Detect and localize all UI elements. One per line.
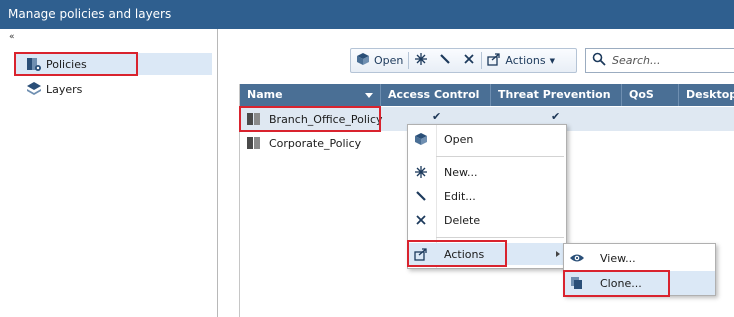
- search-input[interactable]: Search...: [612, 54, 661, 67]
- menu-item-label: View...: [600, 251, 636, 265]
- open-icon: [408, 132, 434, 146]
- collapse-pane-icon[interactable]: «: [9, 32, 14, 42]
- table-header: Name Access Control Threat Prevention Qo…: [240, 84, 734, 106]
- menu-item-new[interactable]: New...: [408, 161, 566, 183]
- chevron-down-icon: ▼: [549, 56, 555, 65]
- actions-dropdown[interactable]: Actions ▼: [482, 49, 560, 72]
- menu-separator: [436, 156, 564, 157]
- column-header-desktop[interactable]: Desktop: [679, 84, 734, 106]
- highlight-clone: [563, 270, 670, 297]
- sidebar-item-layers[interactable]: Layers: [14, 78, 212, 100]
- open-button-label: Open: [374, 54, 404, 67]
- policy-icon: [246, 135, 262, 151]
- menu-item-label: Edit...: [444, 189, 476, 203]
- menu-item-delete[interactable]: Delete: [408, 209, 566, 231]
- actions-button-label: Actions: [505, 54, 546, 67]
- search-icon: [592, 52, 606, 69]
- toolbar: Open Actions ▼: [350, 48, 577, 73]
- window-title: Manage policies and layers: [0, 0, 734, 29]
- menu-item-open[interactable]: Open: [408, 128, 566, 150]
- new-icon: [414, 52, 428, 69]
- open-icon: [356, 52, 370, 69]
- column-header-access-control[interactable]: Access Control: [381, 84, 491, 106]
- column-header-qos[interactable]: QoS: [622, 84, 679, 106]
- menu-item-edit[interactable]: Edit...: [408, 185, 566, 207]
- access-control-check-icon: ✔: [432, 110, 442, 123]
- menu-item-label: Open: [444, 132, 474, 146]
- highlight-policies: [14, 52, 138, 76]
- edit-icon: [408, 189, 434, 203]
- delete-icon: [462, 52, 476, 69]
- highlight-actions: [407, 240, 507, 267]
- edit-icon: [438, 52, 452, 69]
- column-header-name[interactable]: Name: [240, 84, 381, 106]
- menu-item-view[interactable]: View...: [564, 246, 715, 270]
- search-field[interactable]: Search...: [585, 48, 734, 73]
- new-button[interactable]: [409, 49, 433, 72]
- layers-icon: [26, 81, 42, 97]
- highlight-branch-office-policy: [239, 106, 381, 132]
- column-header-threat-prevention[interactable]: Threat Prevention: [491, 84, 622, 106]
- edit-button[interactable]: [433, 49, 457, 72]
- delete-icon: [408, 213, 434, 227]
- new-icon: [408, 165, 434, 179]
- delete-button[interactable]: [457, 49, 481, 72]
- actions-icon: [487, 52, 501, 69]
- sidebar-item-label: Layers: [46, 82, 83, 96]
- policy-name-cell[interactable]: Corporate_Policy: [246, 131, 361, 155]
- open-button[interactable]: Open: [351, 49, 408, 72]
- threat-prevention-check-icon: ✔: [551, 110, 561, 123]
- menu-item-label: Delete: [444, 213, 481, 227]
- sort-descending-icon: [365, 93, 373, 98]
- menu-separator: [436, 237, 564, 238]
- eye-icon: [564, 252, 590, 264]
- menu-item-label: New...: [444, 165, 478, 179]
- submenu-arrow-icon: [556, 251, 560, 257]
- policy-name: Corporate_Policy: [269, 136, 362, 150]
